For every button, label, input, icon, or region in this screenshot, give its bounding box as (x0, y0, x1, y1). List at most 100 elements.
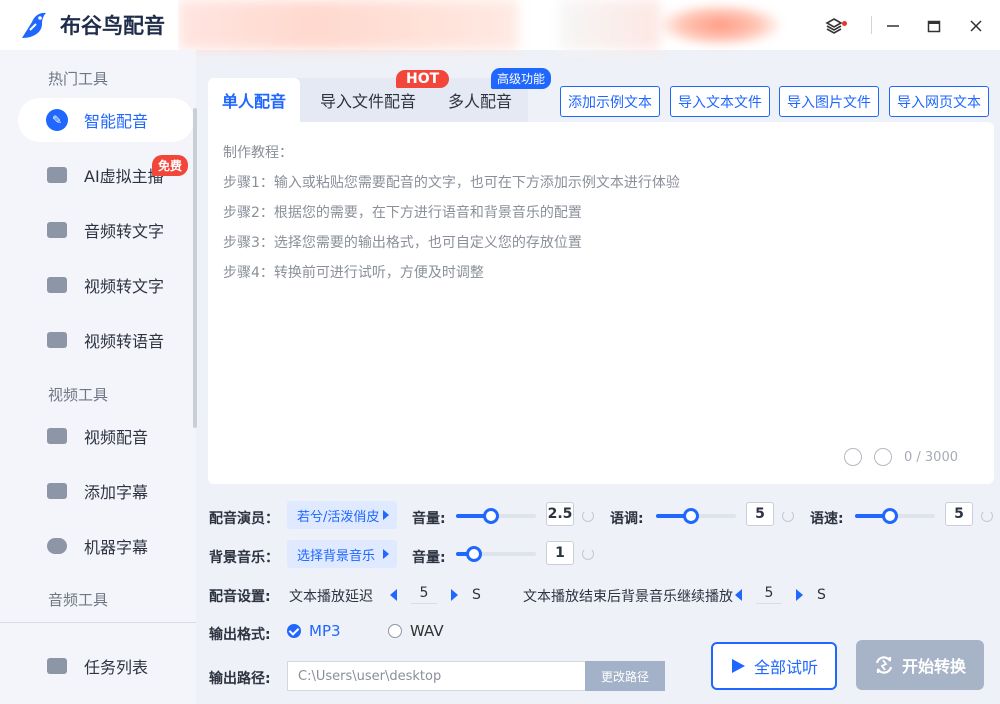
volume-slider[interactable] (456, 508, 536, 524)
char-counter: 0 / 3000 (904, 449, 958, 465)
slider-knob[interactable] (683, 508, 699, 524)
robot-icon (46, 535, 68, 557)
voice-select-value: 若兮/活泼俏皮 (297, 509, 380, 525)
import-text-file-button[interactable]: 导入文本文件 (670, 86, 770, 117)
delay-value[interactable]: 5 (411, 585, 437, 604)
convert-icon (875, 656, 893, 674)
path-label: 输出路径: (209, 671, 271, 687)
close-icon[interactable] (962, 12, 990, 40)
increase-icon[interactable] (796, 588, 803, 601)
sidebar-item-label: 视频转语音 (84, 332, 165, 351)
output-path-input[interactable]: C:\Users\user\desktop (287, 661, 586, 691)
redo-icon[interactable] (874, 448, 892, 466)
format-wav-label: WAV (410, 622, 444, 640)
title-bar: 布谷鸟配音 (0, 0, 1000, 50)
audio-text-icon (46, 219, 68, 241)
bird-logo-icon (22, 12, 46, 39)
format-mp3-radio[interactable]: MP3 (287, 622, 341, 640)
subtitle-icon (46, 480, 68, 502)
preview-all-button[interactable]: 全部试听 (711, 642, 837, 690)
tab-single-dubbing[interactable]: 单人配音 (208, 78, 300, 122)
decrease-icon[interactable] (735, 588, 742, 601)
bgm-continue-stepper[interactable]: 5 S (735, 585, 826, 604)
increase-icon[interactable] (451, 588, 458, 601)
sidebar-item-label: 机器字幕 (84, 538, 149, 557)
speed-label: 语速: (810, 511, 844, 527)
bgm-continue-unit: S (817, 586, 826, 603)
format-wav-radio[interactable]: WAV (388, 622, 444, 640)
reset-icon[interactable] (582, 548, 594, 560)
text-editor[interactable]: 制作教程： 步骤1：输入或粘贴您需要配音的文字，也可在下方添加示例文本进行体验 … (208, 122, 994, 484)
change-path-button[interactable]: 更改路径 (585, 661, 665, 691)
pitch-slider[interactable] (656, 508, 736, 524)
hint-line: 制作教程： (223, 145, 293, 161)
chevron-right-icon (383, 510, 389, 520)
blurred-banner-2 (560, 0, 660, 50)
speed-slider[interactable] (855, 508, 935, 524)
volume-value[interactable]: 2.5 (546, 502, 574, 526)
advanced-badge: 高级功能 (491, 68, 552, 89)
sidebar-item-audio-to-text[interactable]: 音频转文字 (18, 208, 194, 252)
format-mp3-label: MP3 (309, 622, 341, 640)
hint-line: 步骤3：选择您需要的输出格式，也可自定义您的存放位置 (223, 235, 582, 251)
slider-knob[interactable] (466, 546, 482, 562)
voice-select[interactable]: 若兮/活泼俏皮 (287, 501, 397, 529)
format-label: 输出格式: (209, 627, 271, 643)
import-web-text-button[interactable]: 导入网页文本 (889, 86, 989, 117)
start-convert-label: 开始转换 (901, 657, 966, 676)
maximize-icon[interactable] (920, 12, 948, 40)
delay-label: 文本播放延迟 (289, 589, 373, 605)
delay-stepper[interactable]: 5 S (390, 585, 481, 604)
main-panel: 单人配音 导入文件配音 多人配音 HOT 高级功能 添加示例文本 导入文本文件 … (204, 58, 1000, 704)
free-badge: 免费 (152, 155, 189, 176)
bgm-volume-slider[interactable] (456, 546, 536, 562)
sidebar-item-machine-subtitle[interactable]: 机器字幕 (18, 524, 194, 568)
sidebar-scrollbar[interactable] (193, 108, 197, 428)
sidebar-item-smart-dubbing[interactable]: ✎ 智能配音 (18, 98, 194, 142)
undo-icon[interactable] (844, 448, 862, 466)
hint-line: 步骤2：根据您的需要，在下方进行语音和背景音乐的配置 (223, 205, 582, 221)
pitch-label: 语调: (610, 511, 644, 527)
reset-icon[interactable] (582, 510, 594, 522)
speed-value[interactable]: 5 (945, 502, 973, 526)
minimize-icon[interactable] (879, 12, 907, 40)
editor-footer: 0 / 3000 (844, 448, 958, 466)
layers-icon[interactable] (820, 12, 848, 40)
pitch-value[interactable]: 5 (746, 502, 774, 526)
reset-icon[interactable] (981, 510, 993, 522)
sidebar-item-label: 智能配音 (84, 112, 149, 131)
import-image-file-button[interactable]: 导入图片文件 (779, 86, 879, 117)
sidebar-item-label: 添加字幕 (84, 483, 149, 502)
bgm-continue-value[interactable]: 5 (756, 585, 782, 604)
titlebar-divider (871, 16, 872, 34)
sidebar-item-video-to-voice[interactable]: 视频转语音 (18, 318, 194, 362)
bgm-label: 背景音乐： (209, 550, 279, 566)
sidebar-item-add-subtitle[interactable]: 添加字幕 (18, 469, 194, 513)
sidebar-item-label: 视频配音 (84, 428, 149, 447)
hint-line: 步骤4：转换前可进行试听，方便及时调整 (223, 265, 484, 281)
sidebar-item-label: 音频转文字 (84, 222, 165, 241)
bgm-volume-value[interactable]: 1 (546, 541, 574, 565)
reset-icon[interactable] (782, 510, 794, 522)
play-icon (731, 659, 745, 673)
notification-dot (842, 21, 847, 26)
start-convert-button[interactable]: 开始转换 (856, 640, 984, 690)
mic-icon: ✎ (46, 109, 68, 131)
slider-knob[interactable] (483, 508, 499, 524)
decrease-icon[interactable] (390, 588, 397, 601)
hint-line: 步骤1：输入或粘贴您需要配音的文字，也可在下方添加示例文本进行体验 (223, 175, 680, 191)
slider-knob[interactable] (882, 508, 898, 524)
video-mic-icon (46, 425, 68, 447)
sidebar-item-video-to-text[interactable]: 视频转文字 (18, 263, 194, 307)
add-sample-text-button[interactable]: 添加示例文本 (560, 86, 660, 117)
hot-badge: HOT (396, 70, 450, 88)
sidebar-item-video-dubbing[interactable]: 视频配音 (18, 414, 194, 458)
bgm-select[interactable]: 选择背景音乐 (287, 540, 397, 568)
preview-all-label: 全部试听 (753, 658, 818, 677)
sidebar: 热门工具 ✎ 智能配音 AI虚拟主播 免费 音频转文字 视频转文字 视频转语音 … (0, 50, 197, 704)
sidebar-item-label: 视频转文字 (84, 277, 165, 296)
blurred-promo (660, 4, 780, 46)
list-icon (46, 655, 68, 677)
sidebar-item-task-list[interactable]: 任务列表 (18, 644, 194, 688)
sidebar-item-label: 任务列表 (84, 658, 149, 677)
